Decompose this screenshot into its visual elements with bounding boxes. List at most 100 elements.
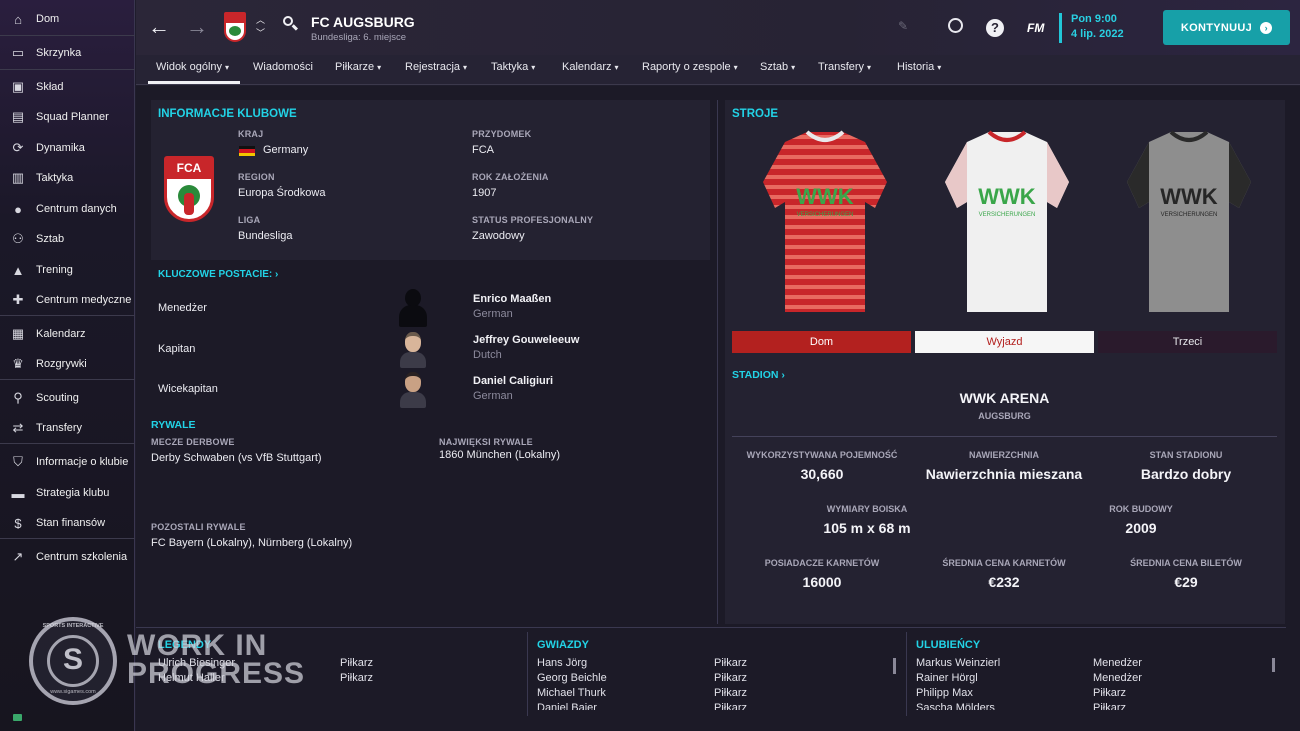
stadium-heading-label: STADION [732, 369, 779, 381]
watermark-line2: PROGRESS [127, 657, 306, 690]
manager-name[interactable]: Enrico Maaßen [473, 293, 551, 305]
sidebar-item-calendar[interactable]: ▦ Kalendarz [0, 320, 135, 348]
sidebar-item-club-vision[interactable]: ▬ Strategia klubu [0, 479, 135, 507]
forward-arrow-icon[interactable]: → [186, 14, 208, 40]
sidebar-item-inbox[interactable]: ▭ Skrzynka [0, 39, 135, 67]
country-value[interactable]: Germany [263, 144, 308, 156]
main-content: INFORMACJE KLUBOWE FCA KRAJ Germany REGI… [136, 86, 1300, 731]
home-kit-button[interactable]: Dom [732, 331, 911, 353]
founded-label: ROK ZAŁOŻENIA [472, 172, 549, 182]
status-label: STATUS PROFESJONALNY [472, 215, 594, 225]
sidebar-item-tactics[interactable]: ▥ Taktyka [0, 164, 135, 192]
sidebar-divider [0, 443, 135, 444]
list-item[interactable]: Philipp Max [916, 687, 973, 699]
tab-tactics[interactable]: Taktyka ▾ [491, 61, 535, 73]
country-label: KRAJ [238, 129, 264, 139]
sidebar-item-label: Kalendarz [36, 328, 86, 340]
continue-button[interactable]: KONTYNUUJ › [1163, 10, 1290, 45]
sidebar-item-label: Squad Planner [36, 111, 109, 123]
sidebar-item-transfers[interactable]: ⇄ Transfery [0, 414, 135, 442]
sidebar-item-development[interactable]: ↗ Centrum szkolenia [0, 543, 135, 571]
back-arrow-icon[interactable]: ← [148, 14, 170, 40]
sidebar-item-label: Trening [36, 264, 73, 276]
home-kit[interactable]: WWK VERSICHERUNGEN [763, 130, 887, 312]
page-subtitle[interactable]: Bundesliga: 6. miejsce [311, 32, 406, 43]
manager-avatar[interactable] [398, 289, 428, 327]
tab-overview[interactable]: Widok ogólny ▾ [156, 61, 229, 73]
league-value[interactable]: Bundesliga [238, 230, 292, 242]
tab-staff[interactable]: Sztab ▾ [760, 61, 795, 73]
list-item[interactable]: Hans Jörg [537, 657, 587, 669]
key-people-heading[interactable]: KLUCZOWE POSTACIE: › [158, 269, 278, 280]
tab-transfers[interactable]: Transfery ▾ [818, 61, 871, 73]
captain-avatar[interactable] [398, 330, 428, 368]
chevron-down-icon: ▾ [225, 63, 230, 72]
condition-value: Bardzo dobry [1140, 466, 1232, 482]
help-icon[interactable]: ? [986, 19, 1004, 37]
tab-news[interactable]: Wiadomości [253, 61, 313, 73]
sidebar-item-squad-planner[interactable]: ▤ Squad Planner [0, 103, 135, 131]
biggest-rivals-value[interactable]: 1860 München (Lokalny) [439, 449, 560, 461]
sidebar-item-club-info[interactable]: ⛉ Informacje o klubie [0, 448, 135, 476]
sidebar-item-squad[interactable]: ▣ Skład [0, 73, 135, 101]
sidebar-item-label: Centrum danych [36, 203, 117, 215]
sidebar-item-scouting[interactable]: ⚲ Scouting [0, 384, 135, 412]
other-rivals-label: POZOSTALI RYWALE [151, 522, 246, 532]
transfer-icon: ⇄ [12, 420, 24, 435]
tab-label: Wiadomości [253, 61, 313, 73]
third-kit-sponsor: WWK [1160, 184, 1218, 209]
list-item[interactable]: Rainer Hörgl [916, 672, 978, 684]
vice-captain-name[interactable]: Daniel Caligiuri [473, 375, 553, 387]
sidebar-item-finances[interactable]: $ Stan finansów [0, 509, 135, 537]
away-kit-label: Wyjazd [986, 336, 1023, 348]
derby-value[interactable]: Derby Schwaben (vs VfB Stuttgart) [151, 452, 322, 464]
sidebar-item-dynamics[interactable]: ⟳ Dynamika [0, 134, 135, 162]
list-item[interactable]: Michael Thurk [537, 687, 606, 699]
bottom-divider [136, 627, 1286, 628]
key-people-heading-label: KLUCZOWE POSTACIE: [158, 269, 273, 280]
sidebar-item-training[interactable]: ▲ Trening [0, 256, 135, 284]
sidebar-item-competitions[interactable]: ♛ Rozgrywki [0, 350, 135, 378]
club-switch-down-icon[interactable]: ﹀ [256, 26, 265, 39]
tab-calendar[interactable]: Kalendarz ▾ [562, 61, 619, 73]
logo-s-glyph: S [62, 643, 83, 676]
vice-captain-avatar[interactable] [398, 370, 428, 408]
away-kit-button[interactable]: Wyjazd [915, 331, 1094, 353]
active-tab-underline [148, 81, 240, 84]
search-icon[interactable] [283, 16, 299, 31]
third-kit[interactable]: WWK VERSICHERUNGEN [1127, 130, 1251, 312]
pitch-value: 105 m x 68 m [823, 520, 911, 536]
sidebar-item-data-hub[interactable]: ● Centrum danych [0, 195, 135, 223]
sidebar-item-home[interactable]: ⌂ Dom [0, 5, 135, 33]
list-item[interactable]: Markus Weinzierl [916, 657, 1000, 669]
tab-label: Historia [897, 61, 935, 73]
sidebar-divider [0, 69, 135, 70]
tab-history[interactable]: Historia ▾ [897, 61, 941, 73]
stadium-heading[interactable]: STADION › [732, 369, 785, 381]
third-kit-button[interactable]: Trzeci [1098, 331, 1277, 353]
favourites-scrollbar[interactable] [1272, 658, 1275, 672]
tab-registration[interactable]: Rejestracja ▾ [405, 61, 467, 73]
tab-team-reports[interactable]: Raporty o zespole ▾ [642, 61, 738, 73]
dynamics-icon: ⟳ [12, 140, 24, 155]
list-item[interactable]: Sascha Mölders [916, 702, 995, 710]
sidebar-divider [0, 315, 135, 316]
other-rivals-value[interactable]: FC Bayern (Lokalny), Nürnberg (Lokalny) [151, 537, 352, 549]
home-kit-label: Dom [809, 336, 834, 348]
club-switch-up-icon[interactable]: ︿ [256, 13, 265, 26]
sidebar-item-medical[interactable]: ✚ Centrum medyczne [0, 286, 135, 314]
fm-logo[interactable]: FM [1027, 21, 1044, 35]
football-icon[interactable] [948, 18, 963, 33]
data-hub-icon: ● [14, 201, 22, 217]
edit-pencil-icon[interactable]: ✎ [898, 19, 908, 33]
away-kit[interactable]: WWK VERSICHERUNGEN [945, 130, 1069, 312]
tab-players[interactable]: Piłkarze ▾ [335, 61, 381, 73]
league-label: LIGA [238, 215, 261, 225]
list-item[interactable]: Georg Beichle [537, 672, 607, 684]
sidebar-item-staff[interactable]: ⚇ Sztab [0, 225, 135, 253]
list-item[interactable]: Daniel Baier [537, 702, 597, 710]
club-badge-text: FCA [176, 161, 202, 175]
club-badge-small [224, 12, 246, 42]
captain-name[interactable]: Jeffrey Gouweleeuw [473, 334, 579, 346]
stars-scrollbar[interactable] [893, 658, 896, 674]
